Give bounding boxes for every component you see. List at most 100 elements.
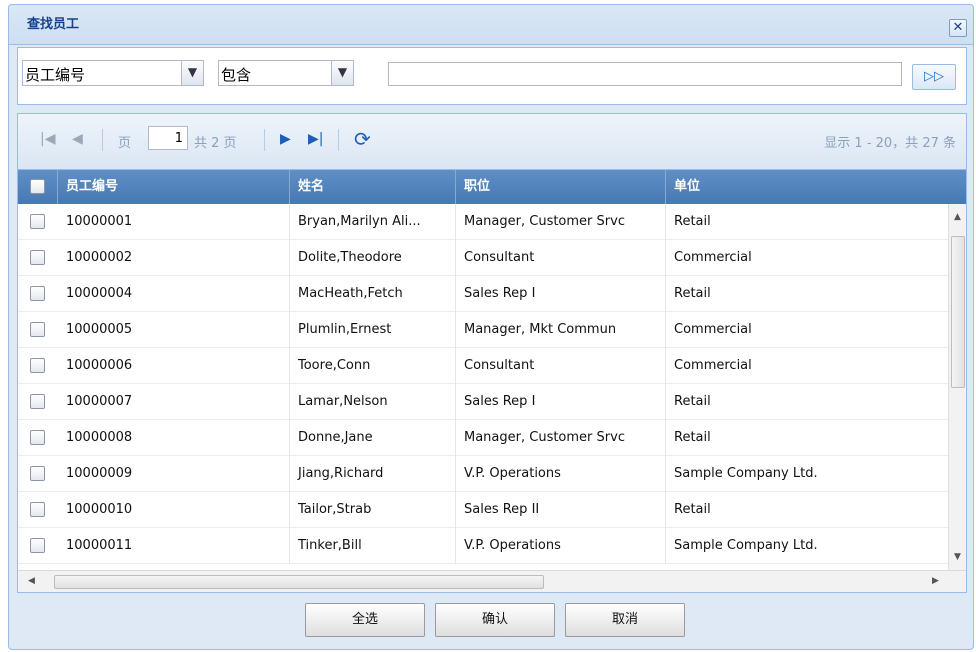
toolbar-separator bbox=[338, 129, 339, 151]
cell-employee-id: 10000009 bbox=[58, 456, 290, 492]
row-checkbox[interactable] bbox=[30, 538, 45, 553]
cell-position: Manager, Customer Srvc bbox=[456, 204, 666, 240]
search-go-button[interactable]: ▷▷ bbox=[912, 64, 956, 90]
cell-employee-id: 10000011 bbox=[58, 528, 290, 564]
cell-position: Consultant bbox=[456, 348, 666, 384]
cell-employee-id: 10000007 bbox=[58, 384, 290, 420]
cell-unit: Commercial bbox=[674, 250, 752, 265]
chevron-down-icon[interactable]: ▼ bbox=[181, 61, 203, 85]
table-row[interactable]: 10000005 Plumlin,Ernest Manager, Mkt Com… bbox=[18, 312, 948, 348]
cell-name: Bryan,Marilyn Ali... bbox=[290, 204, 456, 240]
display-info: 显示 1 - 20，共 27 条 bbox=[824, 136, 956, 151]
select-all-button[interactable]: 全选 bbox=[305, 603, 425, 637]
cell-position: Sales Rep I bbox=[456, 384, 666, 420]
cell-unit: Retail bbox=[674, 286, 711, 301]
field-select[interactable]: 员工编号 ▼ bbox=[22, 60, 204, 86]
row-checkbox[interactable] bbox=[30, 466, 45, 481]
table-row[interactable]: 10000004 MacHeath,Fetch Sales Rep I Reta… bbox=[18, 276, 948, 312]
cell-name: Tailor,Strab bbox=[290, 492, 456, 528]
header-select-cell bbox=[18, 170, 58, 204]
cell-name: Dolite,Theodore bbox=[290, 240, 456, 276]
close-icon[interactable]: ✕ bbox=[949, 19, 967, 37]
row-checkbox[interactable] bbox=[30, 358, 45, 373]
cell-name: Toore,Conn bbox=[290, 348, 456, 384]
chevron-down-icon[interactable]: ▼ bbox=[331, 61, 353, 85]
row-checkbox[interactable] bbox=[30, 322, 45, 337]
cell-position: Sales Rep I bbox=[456, 276, 666, 312]
table-row[interactable]: 10000007 Lamar,Nelson Sales Rep I Retail bbox=[18, 384, 948, 420]
toolbar-separator bbox=[102, 129, 103, 151]
cell-employee-id: 10000008 bbox=[58, 420, 290, 456]
cell-unit: Commercial bbox=[674, 322, 752, 337]
find-employee-dialog: 查找员工 ✕ 员工编号 ▼ 包含 ▼ ▷▷ |◀ ◀ 页 共 2 页 ▶ ▶| … bbox=[8, 4, 974, 650]
scroll-up-icon[interactable]: ▲ bbox=[954, 212, 961, 222]
row-checkbox[interactable] bbox=[30, 214, 45, 229]
row-checkbox[interactable] bbox=[30, 394, 45, 409]
vertical-scroll-thumb[interactable] bbox=[951, 236, 965, 388]
column-header-name[interactable]: 姓名 bbox=[290, 170, 456, 204]
scroll-down-icon[interactable]: ▼ bbox=[954, 552, 961, 562]
row-checkbox[interactable] bbox=[30, 250, 45, 265]
field-select-value: 员工编号 bbox=[25, 66, 86, 84]
table-header: 员工编号 姓名 职位 单位 bbox=[18, 170, 966, 204]
cell-employee-id: 10000006 bbox=[58, 348, 290, 384]
cell-employee-id: 10000002 bbox=[58, 240, 290, 276]
prev-page-icon[interactable]: ◀ bbox=[72, 131, 83, 147]
table-row[interactable]: 10000010 Tailor,Strab Sales Rep II Retai… bbox=[18, 492, 948, 528]
cell-position: Manager, Customer Srvc bbox=[456, 420, 666, 456]
cell-name: Tinker,Bill bbox=[290, 528, 456, 564]
cell-unit: Retail bbox=[674, 394, 711, 409]
cell-name: Plumlin,Ernest bbox=[290, 312, 456, 348]
cell-name: Jiang,Richard bbox=[290, 456, 456, 492]
horizontal-scrollbar[interactable]: ◀ ▶ bbox=[18, 570, 966, 592]
cell-position: Consultant bbox=[456, 240, 666, 276]
cell-employee-id: 10000001 bbox=[58, 204, 290, 240]
confirm-button[interactable]: 确认 bbox=[435, 603, 555, 637]
scroll-left-icon[interactable]: ◀ bbox=[28, 576, 35, 586]
cell-unit: Sample Company Ltd. bbox=[674, 538, 818, 553]
page-label: 页 bbox=[118, 136, 132, 151]
table-row[interactable]: 10000011 Tinker,Bill V.P. Operations Sam… bbox=[18, 528, 948, 564]
refresh-icon[interactable]: ⟳ bbox=[354, 127, 371, 151]
cell-unit: Retail bbox=[674, 430, 711, 445]
scroll-right-icon[interactable]: ▶ bbox=[932, 576, 939, 586]
cell-employee-id: 10000005 bbox=[58, 312, 290, 348]
cell-position: V.P. Operations bbox=[456, 528, 666, 564]
operator-select[interactable]: 包含 ▼ bbox=[218, 60, 354, 86]
row-checkbox[interactable] bbox=[30, 430, 45, 445]
table-body: 10000001 Bryan,Marilyn Ali... Manager, C… bbox=[18, 204, 948, 570]
row-checkbox[interactable] bbox=[30, 286, 45, 301]
cell-unit: Retail bbox=[674, 214, 711, 229]
column-header-position[interactable]: 职位 bbox=[456, 170, 666, 204]
cell-unit: Commercial bbox=[674, 358, 752, 373]
cell-position: Manager, Mkt Commun bbox=[456, 312, 666, 348]
next-page-icon[interactable]: ▶ bbox=[280, 131, 291, 147]
keyword-input[interactable] bbox=[388, 62, 902, 86]
column-header-employee-id[interactable]: 员工编号 bbox=[58, 170, 290, 204]
dialog-titlebar[interactable]: 查找员工 ✕ bbox=[9, 5, 973, 45]
first-page-icon[interactable]: |◀ bbox=[40, 131, 55, 147]
page-number-input[interactable] bbox=[148, 126, 188, 150]
table-row[interactable]: 10000008 Donne,Jane Manager, Customer Sr… bbox=[18, 420, 948, 456]
cell-position: V.P. Operations bbox=[456, 456, 666, 492]
row-checkbox[interactable] bbox=[30, 502, 45, 517]
cell-position: Sales Rep II bbox=[456, 492, 666, 528]
cancel-button[interactable]: 取消 bbox=[565, 603, 685, 637]
cell-unit: Retail bbox=[674, 502, 711, 517]
horizontal-scroll-thumb[interactable] bbox=[54, 575, 544, 589]
employee-grid: |◀ ◀ 页 共 2 页 ▶ ▶| ⟳ 显示 1 - 20，共 27 条 员工编… bbox=[17, 113, 967, 593]
column-header-unit[interactable]: 单位 bbox=[666, 170, 966, 204]
select-all-checkbox[interactable] bbox=[30, 179, 45, 194]
table-row[interactable]: 10000001 Bryan,Marilyn Ali... Manager, C… bbox=[18, 204, 948, 240]
table-row[interactable]: 10000006 Toore,Conn Consultant Commercia… bbox=[18, 348, 948, 384]
vertical-scrollbar[interactable]: ▲ ▼ bbox=[948, 204, 966, 570]
table-row[interactable]: 10000002 Dolite,Theodore Consultant Comm… bbox=[18, 240, 948, 276]
last-page-icon[interactable]: ▶| bbox=[308, 131, 323, 147]
paging-toolbar: |◀ ◀ 页 共 2 页 ▶ ▶| ⟳ 显示 1 - 20，共 27 条 bbox=[18, 114, 966, 170]
cell-unit: Sample Company Ltd. bbox=[674, 466, 818, 481]
table-row[interactable]: 10000009 Jiang,Richard V.P. Operations S… bbox=[18, 456, 948, 492]
toolbar-separator bbox=[264, 129, 265, 151]
dialog-title: 查找员工 bbox=[27, 17, 80, 32]
total-pages: 共 2 页 bbox=[194, 136, 237, 151]
search-panel: 员工编号 ▼ 包含 ▼ ▷▷ bbox=[17, 47, 967, 105]
